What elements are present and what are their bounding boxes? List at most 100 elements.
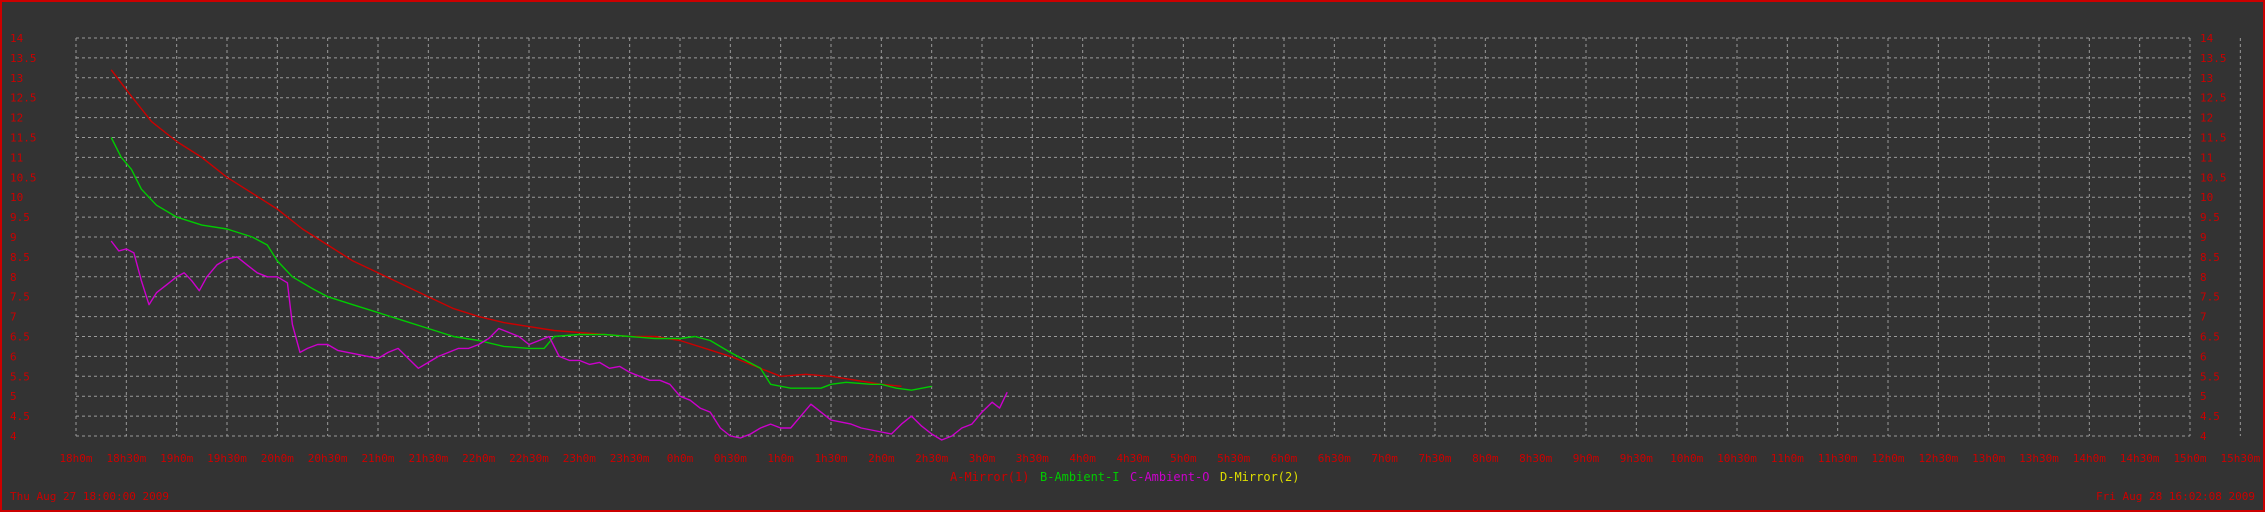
y-axis-left-ticks: 4 4.5 5 5.5 6 6.5 7 7.5 8 8.5 9 9.5 10 10.5 11 11.5 12 12…	[10, 32, 37, 443]
y-tick-label-left: 4	[10, 430, 17, 443]
x-tick-label: 4h30m	[1116, 452, 1149, 465]
y-tick-label-right: 4	[2200, 430, 2207, 443]
x-tick-label: 6h0m	[1271, 452, 1298, 465]
x-tick-label: 9h0m	[1573, 452, 1600, 465]
y-tick-label-right: 6.5	[2200, 331, 2220, 344]
y-tick-label-right: 12	[2200, 112, 2213, 125]
y-tick-label-left: 6	[10, 350, 17, 363]
x-tick-label: 4h0m	[1069, 452, 1096, 465]
series-lines	[110, 69, 1008, 441]
y-tick-label-left: 6.5	[10, 331, 30, 344]
y-tick-label-left: 12	[10, 112, 23, 125]
x-tick-label: 18h30m	[106, 452, 146, 465]
y-tick-label-right: 5	[2200, 390, 2207, 403]
x-tick-label: 7h30m	[1418, 452, 1451, 465]
x-tick-label: 23h30m	[610, 452, 650, 465]
y-tick-label-right: 8.5	[2200, 251, 2220, 264]
x-axis-ticks: 18h0m 18h30m 19h0m 19h30m 20h0m 20h30m 21h0m 21…	[59, 452, 2260, 465]
y-tick-label-right: 10	[2200, 191, 2213, 204]
x-tick-label: 20h30m	[308, 452, 348, 465]
x-tick-label: 8h30m	[1519, 452, 1552, 465]
x-tick-label: 20h0m	[261, 452, 294, 465]
y-tick-label-left: 10.5	[10, 171, 37, 184]
x-tick-label: 3h0m	[969, 452, 996, 465]
y-tick-label-right: 4.5	[2200, 410, 2220, 423]
y-tick-label-left: 10	[10, 191, 23, 204]
x-tick-label: 10h0m	[1670, 452, 1703, 465]
x-tick-label: 9h30m	[1620, 452, 1653, 465]
y-tick-label-right: 7.5	[2200, 291, 2220, 304]
series-line	[110, 137, 932, 391]
legend-entry: D-Mirror(2)	[1220, 470, 1299, 484]
x-tick-label: 3h30m	[1016, 452, 1049, 465]
x-tick-label: 13h30m	[2019, 452, 2059, 465]
x-tick-label: 19h30m	[207, 452, 247, 465]
y-tick-label-right: 13.5	[2200, 52, 2227, 65]
y-tick-label-left: 9	[10, 231, 17, 244]
x-tick-label: 5h30m	[1217, 452, 1250, 465]
x-tick-label: 14h30m	[2120, 452, 2160, 465]
x-tick-label: 11h30m	[1818, 452, 1858, 465]
x-tick-label: 22h30m	[509, 452, 549, 465]
y-tick-label-left: 5.5	[10, 370, 30, 383]
y-tick-label-left: 7	[10, 311, 17, 324]
y-tick-label-left: 13.5	[10, 52, 37, 65]
y-tick-label-left: 11.5	[10, 132, 37, 145]
y-tick-label-right: 11	[2200, 151, 2213, 164]
x-tick-label: 1h30m	[814, 452, 847, 465]
x-tick-label: 15h30m	[2220, 452, 2260, 465]
x-tick-label: 2h0m	[868, 452, 895, 465]
line-chart: 4 4.5 5 5.5 6 6.5 7 7.5 8 8.5 9 9.5 10 10.5 11 11.5 12 12…	[10, 32, 2261, 503]
x-tick-label: 21h0m	[361, 452, 394, 465]
x-tick-label: 0h0m	[667, 452, 694, 465]
x-tick-label: 8h0m	[1472, 452, 1499, 465]
legend-entry: A-Mirror(1)	[950, 470, 1029, 484]
y-tick-label-right: 9.5	[2200, 211, 2220, 224]
y-tick-label-left: 8.5	[10, 251, 30, 264]
x-tick-label: 10h30m	[1717, 452, 1757, 465]
y-tick-label-left: 12.5	[10, 92, 37, 105]
x-tick-label: 15h0m	[2173, 452, 2206, 465]
x-tick-label: 22h0m	[462, 452, 495, 465]
y-tick-label-left: 7.5	[10, 291, 30, 304]
y-tick-label-left: 9.5	[10, 211, 30, 224]
series-line	[110, 69, 902, 387]
y-tick-label-right: 10.5	[2200, 171, 2227, 184]
y-tick-label-left: 5	[10, 390, 17, 403]
x-tick-label: 18h0m	[59, 452, 92, 465]
x-tick-label: 1h0m	[767, 452, 794, 465]
y-tick-label-right: 12.5	[2200, 92, 2227, 105]
y-tick-label-right: 7	[2200, 311, 2207, 324]
y-tick-label-left: 8	[10, 271, 17, 284]
legend: A-Mirror(1) B-Ambient-I C-Ambient-O D-Mirro…	[950, 470, 1299, 484]
legend-entry: C-Ambient-O	[1130, 470, 1209, 484]
y-tick-label-right: 14	[2200, 32, 2214, 45]
x-tick-label: 5h0m	[1170, 452, 1197, 465]
y-tick-label-right: 9	[2200, 231, 2207, 244]
series-line	[110, 240, 1008, 441]
x-tick-label: 19h0m	[160, 452, 193, 465]
y-tick-label-right: 13	[2200, 72, 2213, 85]
x-tick-label: 12h0m	[1871, 452, 1904, 465]
x-tick-label: 23h0m	[563, 452, 596, 465]
y-tick-label-right: 6	[2200, 350, 2207, 363]
y-tick-label-right: 5.5	[2200, 370, 2220, 383]
y-tick-label-left: 4.5	[10, 410, 30, 423]
start-timestamp: Thu Aug 27 18:00:00 2009	[10, 490, 169, 503]
x-tick-label: 11h0m	[1771, 452, 1804, 465]
y-tick-label-right: 8	[2200, 271, 2207, 284]
y-tick-label-left: 13	[10, 72, 23, 85]
x-tick-label: 2h30m	[915, 452, 948, 465]
y-tick-label-left: 14	[10, 32, 24, 45]
grid	[75, 37, 2241, 437]
x-tick-label: 7h0m	[1371, 452, 1398, 465]
x-tick-label: 14h0m	[2073, 452, 2106, 465]
x-tick-label: 6h30m	[1318, 452, 1351, 465]
x-tick-label: 0h30m	[714, 452, 747, 465]
legend-entry: B-Ambient-I	[1040, 470, 1119, 484]
x-tick-label: 21h30m	[408, 452, 448, 465]
y-tick-label-left: 11	[10, 151, 23, 164]
x-tick-label: 12h30m	[1918, 452, 1958, 465]
y-axis-right-ticks: 4 4.5 5 5.5 6 6.5 7 7.5 8 8.5 9 9.5 10 10.5 11 11.5 12 12…	[2200, 32, 2227, 443]
x-tick-label: 13h0m	[1972, 452, 2005, 465]
